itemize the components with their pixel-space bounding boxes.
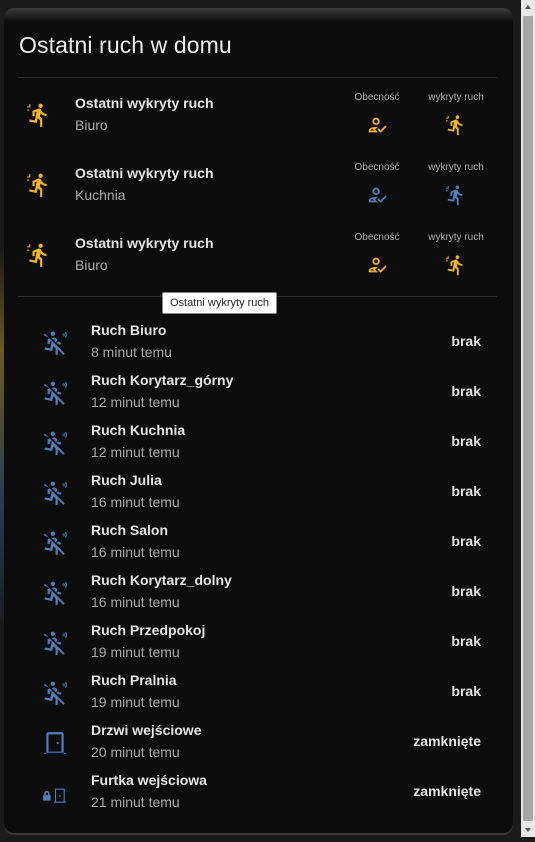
- entity-row[interactable]: Ruch Korytarz_dolny 16 minut temu brak: [4, 568, 513, 618]
- entity-last-changed: 12 minut temu: [91, 394, 180, 410]
- entity-name: Drzwi wejściowe: [91, 722, 202, 738]
- entity-last-changed: 16 minut temu: [91, 594, 180, 610]
- entity-state: zamknięte: [413, 783, 481, 799]
- last-motion-title: Ostatni wykryty ruch: [75, 165, 214, 181]
- running-person-icon: [26, 172, 52, 198]
- entity-row[interactable]: Furtka wejściowa 21 minut temu zamknięte: [4, 768, 513, 818]
- entity-name: Ruch Biuro: [91, 322, 167, 338]
- entity-state: brak: [451, 583, 481, 599]
- entity-last-changed: 20 minut temu: [91, 744, 180, 760]
- entity-name: Ruch Pralnia: [91, 672, 177, 688]
- last-motion-room: Biuro: [75, 117, 108, 133]
- entity-last-changed: 19 minut temu: [91, 644, 180, 660]
- gate-lock-icon: [42, 780, 68, 806]
- detected-motion-indicator[interactable]: wykryty ruch: [426, 232, 486, 276]
- presence-indicator[interactable]: Obecność: [347, 92, 407, 136]
- entity-name: Ruch Kuchnia: [91, 422, 186, 438]
- entity-name: Ruch Julia: [91, 472, 162, 488]
- presence-label: Obecność: [354, 92, 400, 103]
- entity-row[interactable]: Ruch Salon 16 minut temu brak: [4, 518, 513, 568]
- detected-motion-label: wykryty ruch: [428, 162, 484, 173]
- account-check-icon: [366, 184, 388, 206]
- presence-label: Obecność: [354, 232, 400, 243]
- entity-name: Ruch Przedpokoj: [91, 622, 206, 638]
- entity-state: brak: [451, 633, 481, 649]
- account-check-icon: [366, 114, 388, 136]
- last-motion-row[interactable]: Ostatni wykryty ruch Kuchnia Obecność wy…: [4, 156, 513, 218]
- scroll-down-arrow-icon[interactable]: [521, 823, 535, 837]
- running-person-icon: [26, 242, 52, 268]
- running-person-icon: [445, 114, 467, 136]
- detected-motion-indicator[interactable]: wykryty ruch: [426, 92, 486, 136]
- entity-row[interactable]: Ruch Julia 16 minut temu brak: [4, 468, 513, 518]
- entity-name: Ruch Korytarz_dolny: [91, 572, 232, 588]
- entity-last-changed: 8 minut temu: [91, 344, 172, 360]
- entity-row[interactable]: Ruch Biuro 8 minut temu brak: [4, 318, 513, 368]
- presence-indicator[interactable]: Obecność: [347, 162, 407, 206]
- entity-last-changed: 21 minut temu: [91, 794, 180, 810]
- entity-last-changed: 16 minut temu: [91, 494, 180, 510]
- entity-last-changed: 19 minut temu: [91, 694, 180, 710]
- entity-row[interactable]: Drzwi wejściowe 20 minut temu zamknięte: [4, 718, 513, 768]
- entity-row[interactable]: Ruch Kuchnia 12 minut temu brak: [4, 418, 513, 468]
- entity-state: brak: [451, 433, 481, 449]
- motion-sensor-off-icon: [42, 430, 68, 456]
- door-closed-icon: [42, 730, 68, 756]
- motion-sensor-off-icon: [42, 680, 68, 706]
- entity-state: brak: [451, 383, 481, 399]
- tooltip: Ostatni wykryty ruch: [162, 292, 278, 314]
- entity-name: Furtka wejściowa: [91, 772, 207, 788]
- last-motion-title: Ostatni wykryty ruch: [75, 95, 214, 111]
- scroll-up-arrow-icon[interactable]: [521, 0, 535, 14]
- entity-state: brak: [451, 533, 481, 549]
- entity-state: zamknięte: [413, 733, 481, 749]
- motion-sensor-off-icon: [42, 480, 68, 506]
- detected-motion-label: wykryty ruch: [428, 232, 484, 243]
- motion-sensor-off-icon: [42, 380, 68, 406]
- account-check-icon: [366, 254, 388, 276]
- entity-name: Ruch Salon: [91, 522, 169, 538]
- entity-name: Ruch Korytarz_górny: [91, 372, 234, 388]
- running-person-icon: [445, 184, 467, 206]
- motion-sensor-off-icon: [42, 630, 68, 656]
- last-motion-room: Biuro: [75, 257, 108, 273]
- entity-state: brak: [451, 483, 481, 499]
- motion-sensor-off-icon: [42, 530, 68, 556]
- recent-motion-card: Ostatni ruch w domu Ostatni wykryty ruch…: [4, 8, 513, 835]
- motion-sensor-off-icon: [42, 330, 68, 356]
- entity-last-changed: 12 minut temu: [91, 444, 180, 460]
- entity-last-changed: 16 minut temu: [91, 544, 180, 560]
- entity-state: brak: [451, 333, 481, 349]
- presence-indicator[interactable]: Obecność: [347, 232, 407, 276]
- last-motion-row[interactable]: Ostatni wykryty ruch Biuro Obecność wykr…: [4, 86, 513, 148]
- entity-row[interactable]: Ruch Pralnia 19 minut temu brak: [4, 668, 513, 718]
- last-motion-title: Ostatni wykryty ruch: [75, 235, 214, 251]
- card-title: Ostatni ruch w domu: [19, 32, 232, 58]
- entity-state: brak: [451, 683, 481, 699]
- presence-label: Obecność: [354, 162, 400, 173]
- detected-motion-label: wykryty ruch: [428, 92, 484, 103]
- entity-row[interactable]: Ruch Przedpokoj 19 minut temu brak: [4, 618, 513, 668]
- card-header-sheen: [4, 8, 513, 22]
- motion-sensor-off-icon: [42, 580, 68, 606]
- running-person-icon: [445, 254, 467, 276]
- scrollbar[interactable]: [521, 0, 535, 837]
- running-person-icon: [26, 102, 52, 128]
- scrollbar-thumb[interactable]: [523, 16, 533, 821]
- divider-top: [18, 77, 497, 78]
- entity-row[interactable]: Ruch Korytarz_górny 12 minut temu brak: [4, 368, 513, 418]
- detected-motion-indicator[interactable]: wykryty ruch: [426, 162, 486, 206]
- last-motion-room: Kuchnia: [75, 187, 126, 203]
- last-motion-row[interactable]: Ostatni wykryty ruch Biuro Obecność wykr…: [4, 226, 513, 288]
